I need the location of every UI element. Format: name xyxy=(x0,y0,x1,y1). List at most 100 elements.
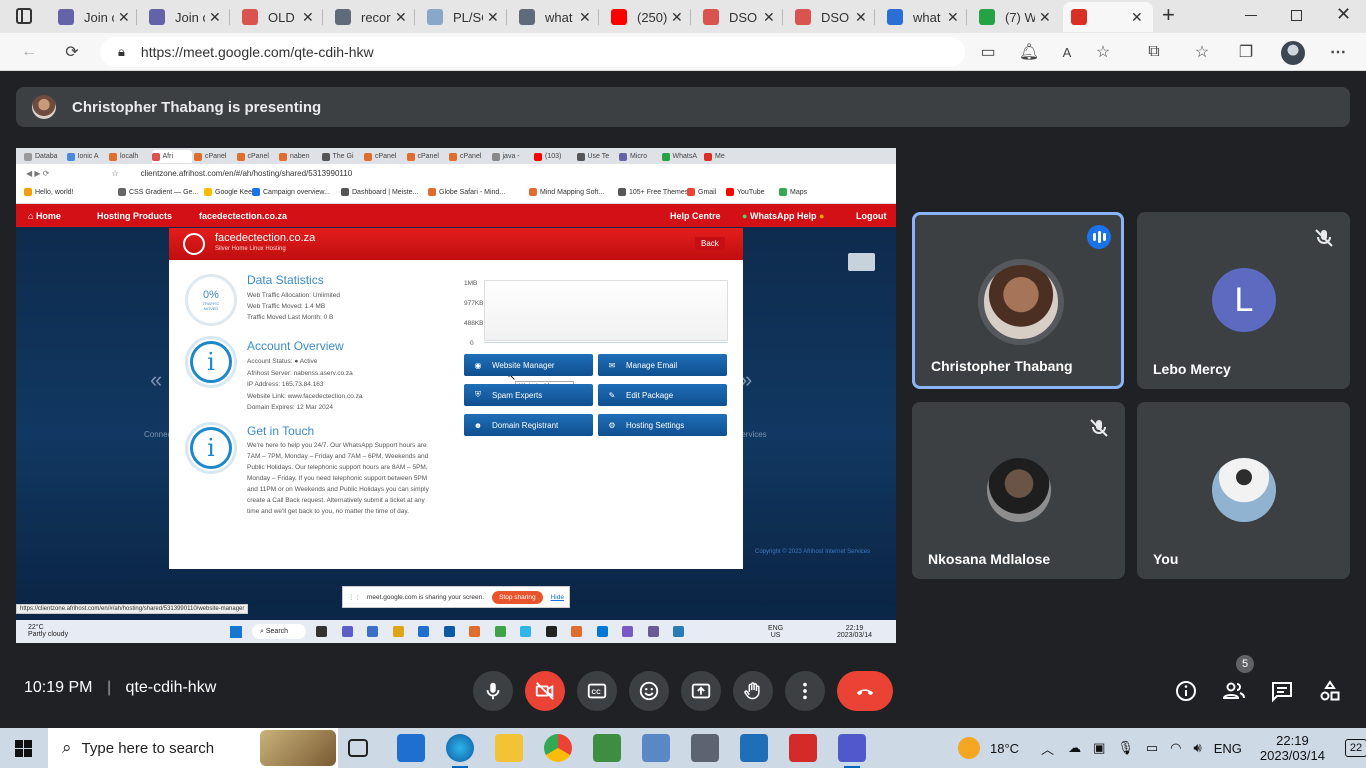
tab-close-icon[interactable]: ✕ xyxy=(1131,9,1143,26)
new-tab-button[interactable]: + xyxy=(1162,4,1184,28)
camera-off-button[interactable] xyxy=(525,671,565,711)
browser-tab[interactable]: (250) ✕ xyxy=(603,2,691,32)
participant-avatar: L xyxy=(1212,268,1276,332)
extensions-icon[interactable]: ⧉ xyxy=(1143,41,1165,63)
profile-avatar[interactable] xyxy=(1281,41,1305,65)
shared-tab-favicon-icon xyxy=(576,152,585,161)
more-options-button[interactable] xyxy=(785,671,825,711)
participant-tile-you[interactable]: You xyxy=(1137,402,1350,579)
tab-close-icon[interactable]: ✕ xyxy=(855,9,867,26)
tab-close-icon[interactable]: ✕ xyxy=(395,9,407,26)
browser-tab[interactable]: what ✕ xyxy=(511,2,599,32)
notifications-button[interactable]: 22 xyxy=(1344,739,1366,757)
browser-tab[interactable]: Join c✕ xyxy=(50,2,138,32)
bookmark-label: Campaign overview... xyxy=(263,188,330,196)
collections-icon[interactable]: ❐ xyxy=(1235,41,1257,63)
windows-taskbar: ⌕ Type here to search 18°C ︿ ☁ ▣ 🎙︎ ▭ ◠ … xyxy=(0,728,1366,768)
meeting-details-button[interactable] xyxy=(1170,675,1202,707)
tab-favicon-icon xyxy=(979,9,995,25)
tab-close-icon[interactable]: ✕ xyxy=(763,9,775,26)
weather-icon[interactable] xyxy=(958,737,980,759)
browser-tab[interactable]: OLD ✕ xyxy=(234,2,322,32)
shared-bookmark: CSS Gradient — Ge... xyxy=(118,188,198,196)
favorites-icon[interactable]: ☆ xyxy=(1191,41,1213,63)
browser-tab[interactable]: ✕ xyxy=(1063,2,1153,32)
tab-close-icon[interactable]: ✕ xyxy=(118,9,130,26)
tray-meet-icon[interactable]: ▣ xyxy=(1093,740,1105,756)
tab-close-icon[interactable]: ✕ xyxy=(487,9,499,26)
button-label: Hosting Settings xyxy=(626,420,685,430)
gauge-value: 0% xyxy=(203,289,219,301)
vivaldi-app-icon[interactable] xyxy=(789,734,817,762)
edge-app-icon[interactable] xyxy=(446,734,474,768)
tray-wifi-icon[interactable]: ◠ xyxy=(1170,740,1181,756)
browser-tab[interactable]: (7) W ✕ xyxy=(971,2,1059,32)
windows-start-icon[interactable] xyxy=(15,740,32,757)
url-field[interactable]: 🔒︎ https://meet.google.com/qte-cdih-hkw xyxy=(100,37,965,67)
more-icon[interactable]: ⋯ xyxy=(1327,41,1349,63)
browser-tab[interactable]: DSO ✕ xyxy=(787,2,875,32)
media-app-icon[interactable] xyxy=(740,734,768,762)
task-view-icon[interactable] xyxy=(348,739,368,757)
favorites-add-icon[interactable]: ☆ xyxy=(1092,41,1114,63)
participant-tile-nkosana[interactable]: Nkosana Mdlalose xyxy=(912,402,1125,579)
tray-chevron-icon[interactable]: ︿ xyxy=(1041,739,1054,758)
mic-button[interactable] xyxy=(473,671,513,711)
activities-icon xyxy=(1320,680,1340,701)
sql-app-icon[interactable] xyxy=(691,734,719,762)
refresh-icon[interactable]: ⟳ xyxy=(61,41,83,63)
taskbar-temp[interactable]: 18°C xyxy=(990,741,1019,756)
browser-tab[interactable]: DSO ✕ xyxy=(695,2,783,32)
browser-tab[interactable]: PL/SC✕ xyxy=(419,2,507,32)
tab-close-icon[interactable]: ✕ xyxy=(1039,9,1051,26)
people-button[interactable]: 5 xyxy=(1218,655,1254,707)
browser-tab-bar: Join c✕Join c✕OLD✕recor✕PL/SC✕what✕(250)… xyxy=(0,0,1366,33)
back-icon[interactable]: ← xyxy=(18,41,40,63)
tab-close-icon[interactable]: ✕ xyxy=(579,9,591,26)
tray-battery-icon[interactable]: ▭ xyxy=(1146,740,1158,756)
tray-language[interactable]: ENG xyxy=(1214,741,1242,756)
tab-separator xyxy=(414,9,415,25)
tray-mic-icon[interactable]: 🎙︎ xyxy=(1117,740,1134,756)
minimize-button[interactable] xyxy=(1245,15,1257,16)
tab-actions-icon[interactable] xyxy=(16,8,32,24)
tab-close-icon[interactable]: ✕ xyxy=(302,9,314,26)
participant-tile-lebo[interactable]: L Lebo Mercy xyxy=(1137,212,1350,389)
browser-tab[interactable]: Join c✕ xyxy=(141,2,229,32)
mail-app-icon[interactable] xyxy=(397,734,425,762)
file-explorer-icon[interactable] xyxy=(495,734,523,762)
captions-button[interactable]: CC xyxy=(577,671,617,711)
teams-app-icon[interactable] xyxy=(838,734,866,768)
tray-volume-icon[interactable]: 🔊︎ xyxy=(1194,740,1202,756)
site-hosting-link: Hosting Products xyxy=(97,211,173,221)
read-aloud-icon[interactable]: A xyxy=(1056,41,1078,63)
tray-network-icon[interactable]: ☁ xyxy=(1068,740,1081,756)
tab-favicon-icon xyxy=(887,9,903,25)
taskbar-search[interactable]: ⌕ Type here to search xyxy=(48,728,338,768)
activities-button[interactable] xyxy=(1314,675,1346,707)
virtualbox-app-icon[interactable] xyxy=(642,734,670,762)
present-button[interactable] xyxy=(681,671,721,711)
taskbar-clock[interactable]: 22:19 2023/03/14 xyxy=(1260,733,1325,763)
camera-icon[interactable]: ▭ xyxy=(977,41,999,63)
browser-tab[interactable]: what ✕ xyxy=(879,2,967,32)
bookmark-favicon-icon xyxy=(252,188,260,196)
chrome-app-icon[interactable] xyxy=(544,734,572,762)
reactions-button[interactable] xyxy=(629,671,669,711)
raise-hand-button[interactable] xyxy=(733,671,773,711)
leave-call-button[interactable] xyxy=(837,671,893,711)
browser-tab[interactable]: recor ✕ xyxy=(327,2,415,32)
tab-close-icon[interactable]: ✕ xyxy=(947,9,959,26)
notification-blocked-icon[interactable]: 🔔︎ xyxy=(1018,41,1040,63)
restore-button[interactable] xyxy=(1291,10,1302,21)
close-window-button[interactable]: ✕ xyxy=(1336,4,1351,25)
participant-tile-christopher[interactable]: Christopher Thabang xyxy=(912,212,1124,389)
shared-tab-favicon-icon xyxy=(279,152,287,161)
chat-button[interactable] xyxy=(1266,675,1298,707)
tab-close-icon[interactable]: ✕ xyxy=(671,9,683,26)
site-navigation: ⌂ Home Hosting Products facedectection.c… xyxy=(16,204,896,227)
lock-icon[interactable]: 🔒︎ xyxy=(118,44,125,60)
tab-close-icon[interactable]: ✕ xyxy=(209,9,221,26)
site-home-link: ⌂ Home xyxy=(28,211,61,221)
taskmanager-app-icon[interactable] xyxy=(593,734,621,762)
